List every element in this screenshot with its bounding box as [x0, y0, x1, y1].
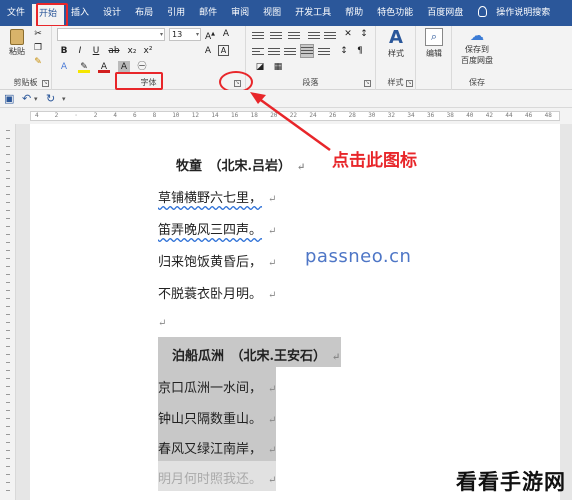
brand-logo-text: 看看手游网	[456, 470, 566, 494]
watermark-text: passneo.cn	[305, 246, 412, 267]
annotation-arrow	[250, 92, 331, 152]
callout-text: 点击此图标	[332, 151, 417, 171]
